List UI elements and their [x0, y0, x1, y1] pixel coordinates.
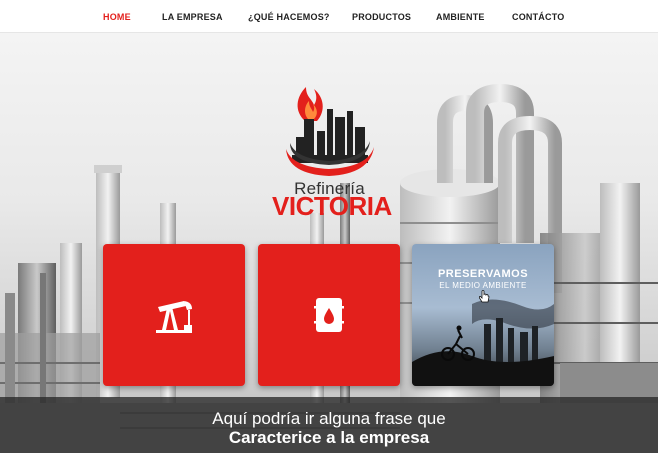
tagline-banner: Aquí podría ir alguna frase que Caracter… — [0, 397, 658, 453]
nav-la-empresa[interactable]: LA EMPRESA — [162, 12, 223, 22]
nav-ambiente[interactable]: AMBIENTE — [436, 12, 485, 22]
oil-pump-icon — [156, 301, 192, 333]
tagline-line-1: Aquí podría ir alguna frase que — [212, 409, 446, 428]
hand-pointer-icon — [478, 290, 490, 303]
nav-productos[interactable]: PRODUCTOS — [352, 12, 411, 22]
nav-que-hacemos[interactable]: ¿QUÉ HACEMOS? — [248, 12, 330, 22]
hero-section: Refinería VICTORIA PRESERVAMOS EL MEDIO … — [0, 33, 658, 453]
logo-line-2: VICTORIA — [272, 191, 392, 221]
tile-environment[interactable]: PRESERVAMOS EL MEDIO AMBIENTE — [412, 244, 554, 386]
tile-environment-subtitle: EL MEDIO AMBIENTE — [439, 281, 527, 290]
refineria-victoria-logo[interactable]: Refinería VICTORIA — [272, 79, 392, 219]
tile-oil-extraction[interactable] — [103, 244, 245, 386]
nav-contacto[interactable]: CONTÁCTO — [512, 12, 564, 22]
environment-scene-image — [412, 299, 554, 386]
tagline-line-2: Caracterice a la empresa — [228, 428, 430, 447]
top-navigation: HOME LA EMPRESA ¿QUÉ HACEMOS? PRODUCTOS … — [0, 0, 658, 33]
oil-barrel-icon — [314, 298, 344, 332]
tile-oil-products[interactable] — [258, 244, 400, 386]
refinery-flame-logo-icon — [286, 87, 374, 176]
tile-environment-title: PRESERVAMOS — [437, 268, 529, 280]
nav-home[interactable]: HOME — [103, 12, 131, 22]
